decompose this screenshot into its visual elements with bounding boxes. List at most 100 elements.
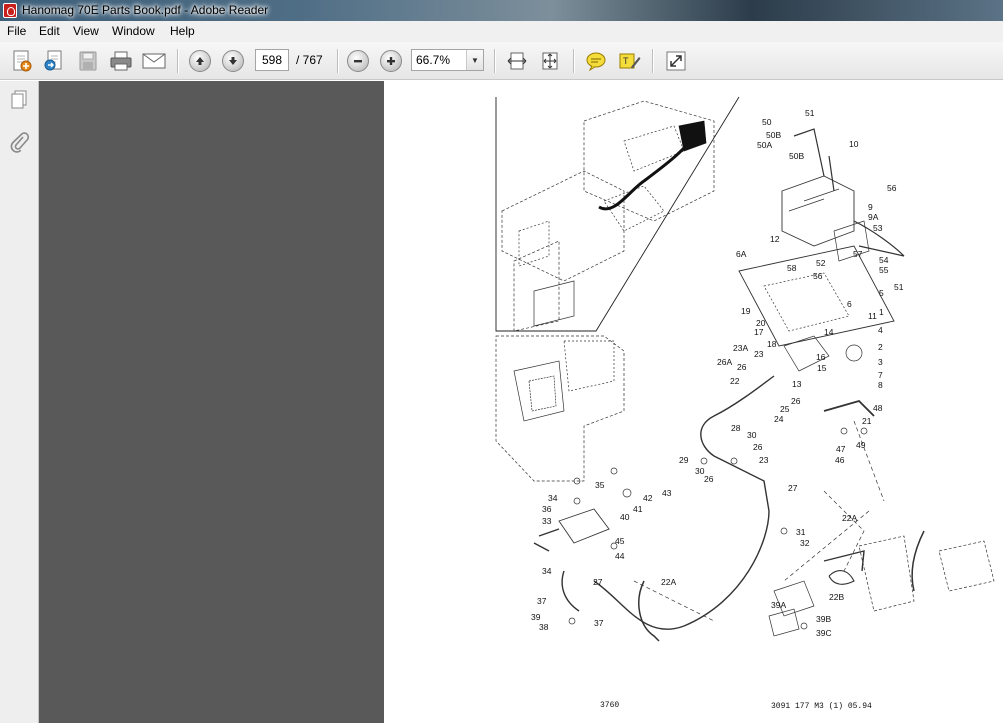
- part-label: 37: [594, 618, 604, 628]
- highlight-button[interactable]: T: [615, 48, 643, 74]
- zoom-select[interactable]: 66.7% ▼: [411, 49, 484, 71]
- part-label: 14: [824, 327, 834, 337]
- part-label: 54: [879, 255, 889, 265]
- title-bar: Hanomag 70E Parts Book.pdf - Adobe Reade…: [0, 0, 1003, 21]
- part-label: 57: [853, 249, 863, 259]
- pages-panel-button[interactable]: [8, 89, 30, 111]
- part-label: 7: [878, 370, 883, 380]
- page-footer-left: 3760: [600, 701, 620, 710]
- create-pdf-button[interactable]: [8, 48, 36, 74]
- part-label: 26A: [717, 357, 733, 367]
- part-label: 56: [813, 271, 823, 281]
- pdf-page[interactable]: 51 50 50B 50A 50B 10 56 9 9A 53 12 6A 57…: [384, 81, 1003, 723]
- part-label: 1: [879, 307, 884, 317]
- share-button[interactable]: [40, 48, 68, 74]
- part-label: 23A: [733, 343, 749, 353]
- attachments-panel-button[interactable]: [8, 131, 30, 153]
- page-total-label: / 767: [296, 53, 323, 67]
- create-pdf-icon: [13, 50, 32, 72]
- part-label: 43: [662, 488, 672, 498]
- part-label: 52: [816, 258, 826, 268]
- part-label: 36: [542, 504, 552, 514]
- attachment-icon: [10, 132, 30, 153]
- page-footer-right: 3091 177 M3 (1) 05.94: [771, 702, 872, 711]
- part-label: 32: [800, 538, 810, 548]
- part-label: 25: [780, 404, 790, 414]
- part-label: 17: [754, 327, 764, 337]
- expand-icon: [666, 51, 686, 71]
- toolbar-separator: [573, 49, 574, 73]
- full-screen-button[interactable]: [662, 48, 690, 74]
- part-label: 33: [542, 516, 552, 526]
- part-label: 50A: [757, 140, 773, 150]
- comment-button[interactable]: [582, 48, 610, 74]
- fit-width-button[interactable]: [503, 48, 531, 74]
- part-label: 21: [862, 416, 872, 426]
- fit-page-icon: [542, 52, 558, 70]
- part-label: 58: [787, 263, 797, 273]
- svg-text:T: T: [623, 56, 629, 66]
- menu-help[interactable]: Help: [170, 24, 195, 38]
- part-label: 9: [868, 202, 873, 212]
- part-label: 51: [805, 108, 815, 118]
- zoom-in-icon: [380, 50, 402, 72]
- next-page-button[interactable]: [219, 48, 247, 74]
- previous-page-icon: [189, 50, 211, 72]
- part-label: 9A: [868, 212, 879, 222]
- part-label: 51: [894, 282, 904, 292]
- part-label: 50: [762, 117, 772, 127]
- part-label: 23: [754, 349, 764, 359]
- window-title: Hanomag 70E Parts Book.pdf - Adobe Reade…: [22, 3, 269, 17]
- part-label: 10: [849, 139, 859, 149]
- menu-window[interactable]: Window: [112, 24, 155, 38]
- part-label: 4: [878, 325, 883, 335]
- part-label: 55: [879, 265, 889, 275]
- part-label: 39B: [816, 614, 832, 624]
- print-icon: [110, 51, 132, 71]
- share-icon: [44, 50, 62, 71]
- part-label: 23: [759, 455, 769, 465]
- part-label: 24: [774, 414, 784, 424]
- email-button[interactable]: [140, 48, 168, 74]
- part-label: 39C: [816, 628, 832, 638]
- part-label: 56: [887, 183, 897, 193]
- part-label: 3: [878, 357, 883, 367]
- part-label: 19: [741, 306, 751, 316]
- part-label: 2: [878, 342, 883, 352]
- part-label: 12: [770, 234, 780, 244]
- save-icon: [79, 51, 97, 71]
- zoom-in-button[interactable]: [377, 48, 405, 74]
- toolbar-separator: [494, 49, 495, 73]
- menu-view[interactable]: View: [73, 24, 99, 38]
- adobe-reader-icon: [3, 3, 17, 18]
- next-page-icon: [222, 50, 244, 72]
- part-label: 50B: [766, 130, 782, 140]
- part-label: 48: [873, 403, 883, 413]
- part-label: 29: [679, 455, 689, 465]
- page-number-input[interactable]: [255, 49, 289, 71]
- part-label: 26: [791, 396, 801, 406]
- part-label: 5: [879, 288, 884, 298]
- zoom-out-button[interactable]: [344, 48, 372, 74]
- part-label: 39A: [771, 600, 787, 610]
- part-label: 46: [835, 455, 845, 465]
- part-label: 22A: [661, 577, 677, 587]
- menu-file[interactable]: File: [7, 24, 26, 38]
- highlight-icon: T: [619, 53, 641, 69]
- chevron-down-icon[interactable]: ▼: [466, 50, 483, 70]
- part-label: 30: [747, 430, 757, 440]
- part-label: 38: [539, 622, 549, 632]
- part-label: 41: [633, 504, 643, 514]
- previous-page-button[interactable]: [186, 48, 214, 74]
- menu-edit[interactable]: Edit: [39, 24, 60, 38]
- fit-page-button[interactable]: [536, 48, 564, 74]
- part-label: 34: [548, 493, 558, 503]
- part-label: 11: [868, 311, 877, 321]
- part-label: 39: [531, 612, 541, 622]
- part-label: 40: [620, 512, 630, 522]
- print-button[interactable]: [107, 48, 135, 74]
- save-button[interactable]: [74, 48, 102, 74]
- part-label: 28: [731, 423, 741, 433]
- part-label: 13: [792, 379, 802, 389]
- adobe-reader-window: Hanomag 70E Parts Book.pdf - Adobe Reade…: [0, 0, 1003, 723]
